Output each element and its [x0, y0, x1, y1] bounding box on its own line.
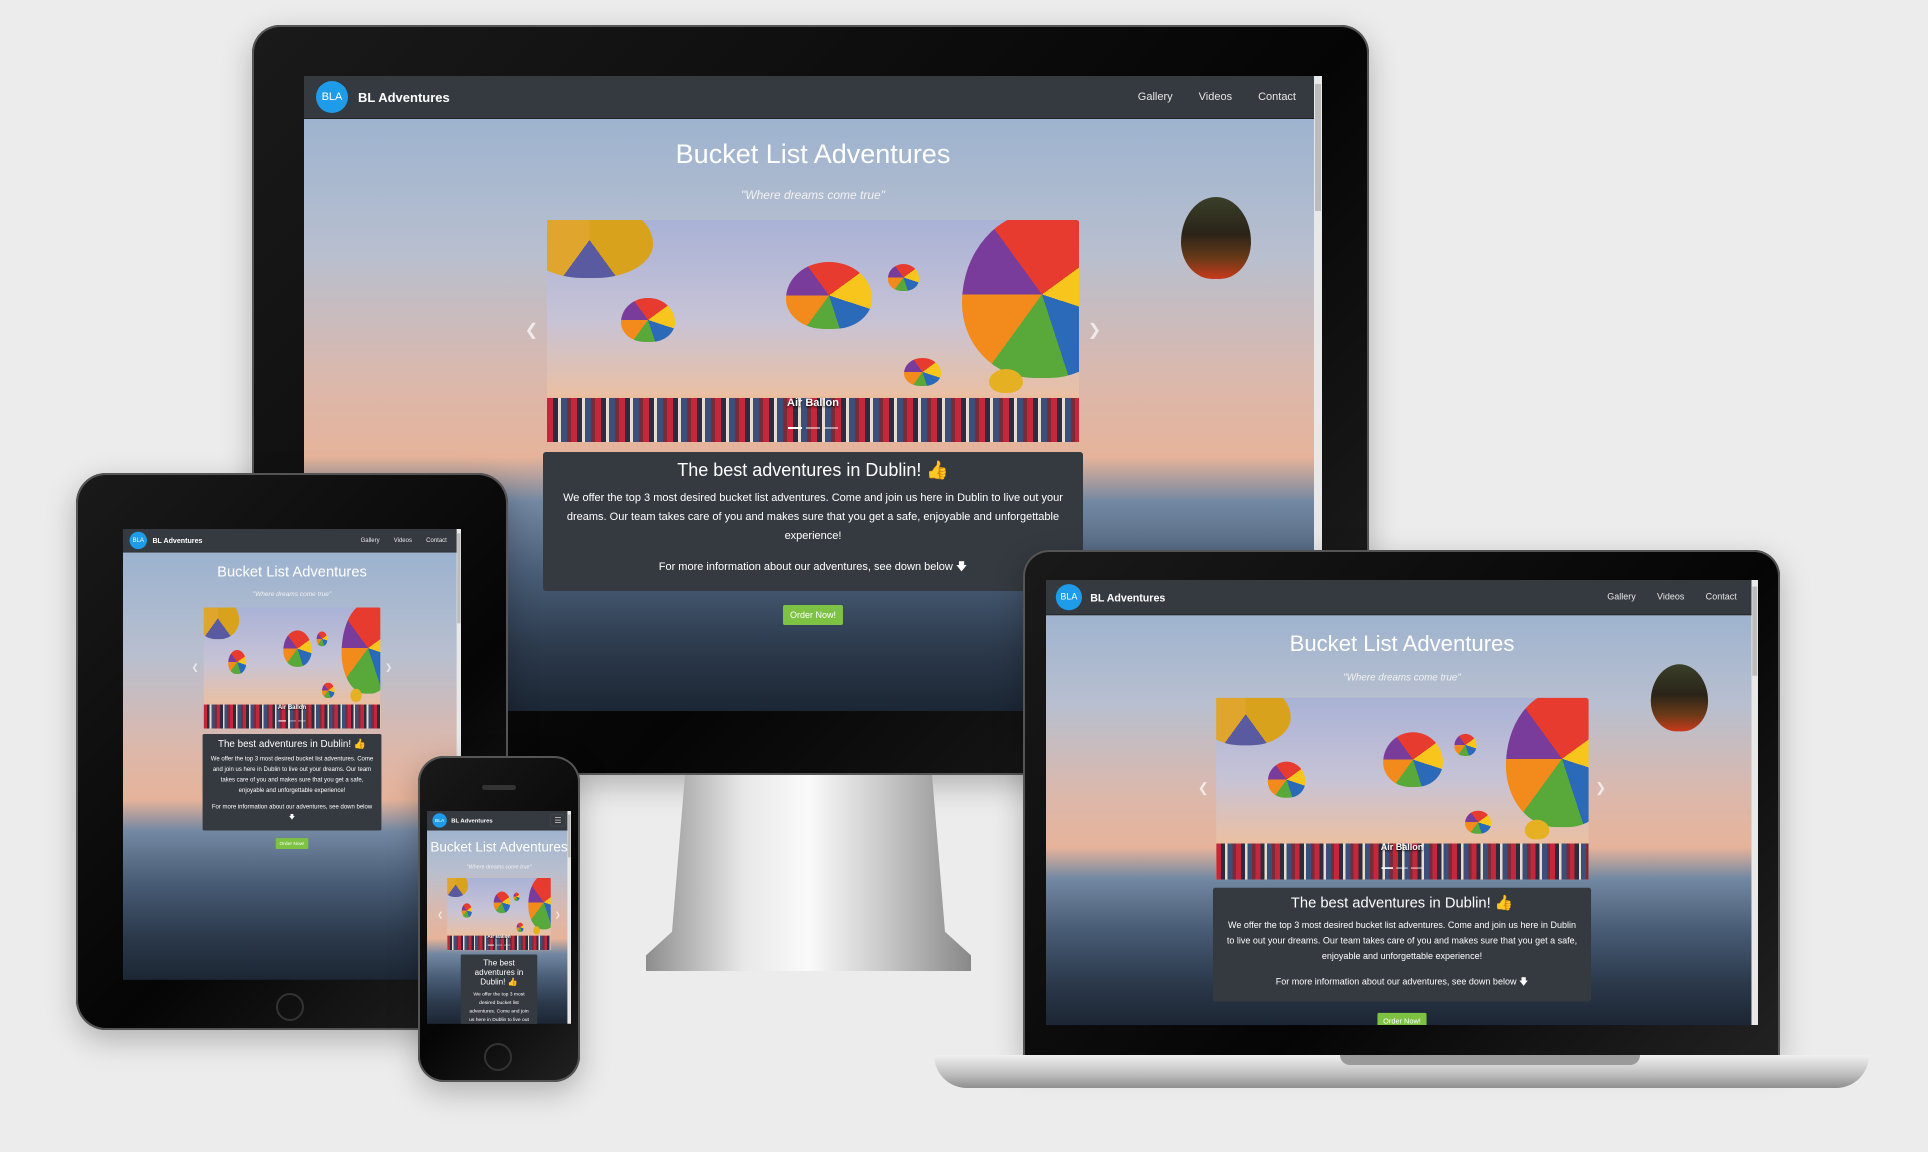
brand-name[interactable]: BL Adventures: [358, 90, 450, 105]
order-now-button[interactable]: Order Now!: [782, 605, 843, 625]
card-heading: The best adventures in Dublin! 👍: [474, 958, 524, 987]
order-now-button[interactable]: Order Now!: [275, 838, 309, 850]
phone-speaker: [482, 785, 516, 790]
nav-links: Gallery Videos Contact: [1138, 91, 1296, 103]
tagline: "Where dreams come true": [252, 590, 332, 598]
website: BLA BL Adventures Gallery Videos Contact…: [427, 811, 571, 1024]
carousel-caption: Air Ballon: [487, 933, 511, 940]
logo[interactable]: BLA: [129, 531, 147, 550]
card-body: We offer the top 3 most desired bucket l…: [210, 755, 374, 794]
brand-name[interactable]: BL Adventures: [152, 536, 202, 544]
logo[interactable]: BLA: [316, 81, 348, 113]
info-card: The best adventures in Dublin! 👍 We offe…: [202, 733, 382, 831]
carousel: Air Ballon ❮ ❯: [192, 607, 392, 729]
tagline: "Where dreams come true": [741, 188, 885, 202]
laptop-screen: BLA BL Adventures Gallery Videos Contact…: [1046, 580, 1758, 1025]
nav-contact[interactable]: Contact: [1258, 91, 1296, 103]
nav-videos[interactable]: Videos: [1199, 91, 1232, 103]
carousel-indicators[interactable]: [788, 426, 838, 429]
page-title: Bucket List Adventures: [217, 563, 367, 580]
carousel-image: Air Ballon: [447, 878, 551, 951]
tablet-screen: BLA BL Adventures Gallery Videos Contact…: [123, 529, 461, 980]
chevron-right-icon[interactable]: ❯: [385, 662, 392, 673]
info-card: The best adventures in Dublin! 👍 We offe…: [460, 954, 538, 1024]
card-body: We offer the top 3 most desired bucket l…: [1226, 920, 1578, 962]
carousel: Air Ballon ❮ ❯: [525, 220, 1101, 442]
navbar: BLA BL Adventures Gallery Videos Contact…: [123, 529, 461, 553]
card-heading: The best adventures in Dublin! 👍: [677, 460, 949, 480]
nav-contact[interactable]: Contact: [426, 537, 447, 544]
website: BLA BL Adventures Gallery Videos Contact…: [123, 529, 461, 980]
nav-contact[interactable]: Contact: [1706, 592, 1737, 602]
card-more-info: For more information about our adventure…: [658, 561, 968, 573]
card-body: We offer the top 3 most desired bucket l…: [563, 492, 1063, 542]
chevron-right-icon[interactable]: ❯: [555, 910, 561, 919]
card-heading: The best adventures in Dublin! 👍: [217, 738, 367, 750]
chevron-right-icon[interactable]: ❯: [1595, 780, 1606, 796]
order-now-button[interactable]: Order Now!: [1377, 1012, 1427, 1025]
balloon-image: [1180, 196, 1251, 279]
carousel-indicators[interactable]: [1381, 866, 1423, 869]
carousel-image: Air Ballon: [546, 220, 1080, 442]
card-more-info: For more information about our adventure…: [211, 803, 373, 821]
nav-gallery[interactable]: Gallery: [361, 537, 380, 544]
navbar: BLA BL Adventures Gallery Videos Contact…: [1046, 580, 1758, 616]
nav-gallery[interactable]: Gallery: [1138, 91, 1173, 103]
tagline: "Where dreams come true": [466, 863, 532, 870]
carousel-image: Air Ballon: [203, 607, 381, 729]
nav-videos[interactable]: Videos: [394, 537, 412, 544]
tagline: "Where dreams come true": [1343, 671, 1461, 684]
carousel-indicators[interactable]: [487, 944, 511, 946]
page-title: Bucket List Adventures: [430, 839, 568, 855]
info-card: The best adventures in Dublin! 👍 We offe…: [543, 452, 1083, 591]
chevron-left-icon[interactable]: ❮: [525, 320, 538, 340]
card-heading: The best adventures in Dublin! 👍: [1290, 894, 1514, 911]
brand-name[interactable]: BL Adventures: [451, 817, 492, 824]
website: BLA BL Adventures Gallery Videos Contact…: [1046, 580, 1758, 1025]
brand-name[interactable]: BL Adventures: [1090, 591, 1165, 603]
chevron-left-icon[interactable]: ❮: [192, 662, 199, 673]
monitor-stand: [646, 775, 971, 971]
nav-links: Gallery Videos Contact: [1607, 592, 1736, 602]
scrollbar[interactable]: [567, 811, 571, 1024]
carousel-caption: Air Ballon: [1380, 842, 1424, 853]
nav-links: Gallery Videos Contact: [361, 537, 447, 544]
logo[interactable]: BLA: [432, 813, 447, 828]
nav-gallery[interactable]: Gallery: [1607, 592, 1636, 602]
card-more-info: For more information about our adventure…: [1275, 976, 1529, 987]
carousel: Air Ballon ❮ ❯: [1198, 697, 1606, 880]
balloon-image: [1650, 664, 1709, 732]
navbar: BLA BL Adventures Gallery Videos Contact…: [427, 811, 571, 831]
carousel-caption: Air Ballon: [787, 396, 839, 409]
scrollbar[interactable]: [1751, 580, 1758, 1025]
carousel-indicators[interactable]: [278, 720, 306, 722]
card-body: We offer the top 3 most desired bucket l…: [469, 991, 529, 1023]
page-title: Bucket List Adventures: [675, 139, 951, 169]
navbar: BLA BL Adventures Gallery Videos Contact…: [304, 76, 1322, 119]
chevron-right-icon[interactable]: ❯: [1088, 320, 1101, 340]
logo[interactable]: BLA: [1055, 584, 1083, 611]
phone-home-button: [484, 1043, 512, 1071]
chevron-left-icon[interactable]: ❮: [437, 910, 443, 919]
phone-screen: BLA BL Adventures Gallery Videos Contact…: [427, 811, 571, 1024]
page-title: Bucket List Adventures: [1289, 631, 1515, 657]
hamburger-icon[interactable]: ☰: [550, 814, 566, 827]
info-card: The best adventures in Dublin! 👍 We offe…: [1213, 887, 1591, 1002]
chevron-left-icon[interactable]: ❮: [1198, 780, 1209, 796]
nav-videos[interactable]: Videos: [1657, 592, 1684, 602]
carousel: Air Ballon ❮ ❯: [437, 878, 561, 951]
carousel-image: Air Ballon: [1215, 697, 1589, 880]
tablet-home-button: [276, 993, 304, 1021]
laptop-notch: [1340, 1055, 1640, 1065]
carousel-caption: Air Ballon: [277, 703, 307, 711]
